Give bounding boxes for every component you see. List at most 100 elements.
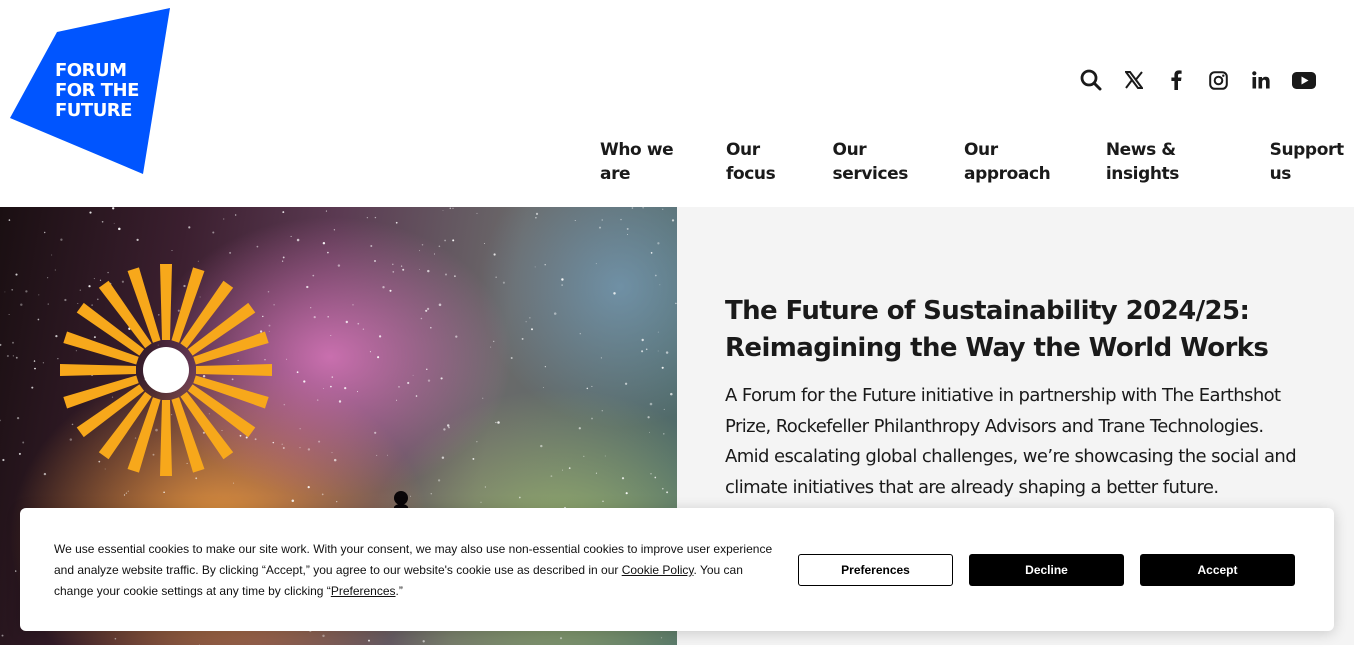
star	[441, 456, 445, 459]
star	[323, 388, 325, 390]
star	[559, 637, 563, 640]
star	[1, 634, 4, 637]
accept-button[interactable]: Accept	[1140, 554, 1295, 586]
star	[621, 477, 625, 480]
star	[480, 501, 482, 503]
star	[368, 639, 370, 642]
star	[336, 500, 338, 503]
star	[331, 376, 334, 378]
preferences-link[interactable]: Preferences	[331, 584, 396, 598]
star	[578, 427, 581, 430]
star	[490, 346, 492, 348]
star	[600, 357, 603, 359]
star	[448, 426, 450, 429]
star	[455, 335, 458, 338]
star	[392, 271, 395, 273]
nav-support-us[interactable]: Support us	[1270, 138, 1366, 186]
star	[562, 469, 563, 471]
star	[338, 400, 342, 403]
instagram-icon[interactable]	[1198, 66, 1241, 94]
nav-who-we-are[interactable]: Who we are	[600, 138, 704, 186]
star	[362, 328, 365, 330]
star	[561, 284, 563, 286]
star	[396, 399, 398, 401]
decline-button[interactable]: Decline	[969, 554, 1124, 586]
star	[321, 493, 324, 496]
star	[661, 366, 664, 369]
star	[483, 242, 485, 244]
youtube-icon[interactable]	[1283, 66, 1326, 94]
star	[510, 357, 513, 359]
star	[601, 219, 603, 221]
star	[446, 424, 450, 427]
star	[599, 226, 601, 229]
star	[369, 351, 371, 353]
star	[444, 239, 446, 242]
nav-our-focus[interactable]: Our focus	[726, 138, 811, 186]
star	[586, 387, 589, 390]
star	[595, 472, 597, 474]
star	[282, 256, 285, 259]
star	[374, 216, 377, 219]
star	[433, 253, 436, 255]
preferences-button[interactable]: Preferences	[798, 554, 953, 586]
star	[535, 212, 539, 215]
linkedin-icon[interactable]	[1240, 66, 1283, 94]
cookie-message: We use essential cookies to make our sit…	[54, 539, 784, 602]
star	[641, 350, 644, 353]
star	[670, 392, 673, 396]
star	[307, 448, 311, 451]
star	[20, 303, 23, 306]
star	[8, 219, 11, 221]
nav-news-insights[interactable]: News & insights	[1106, 138, 1248, 186]
nav-our-services[interactable]: Our services	[833, 138, 942, 186]
star	[497, 421, 500, 424]
star	[415, 395, 418, 397]
star	[392, 263, 394, 266]
star	[583, 455, 585, 458]
star	[420, 317, 423, 320]
star	[591, 385, 593, 387]
star	[38, 294, 40, 296]
star	[382, 286, 385, 289]
facebook-icon[interactable]	[1155, 66, 1198, 94]
star	[303, 380, 306, 383]
star	[642, 207, 644, 209]
star	[650, 252, 653, 254]
star	[352, 304, 354, 306]
star	[34, 367, 36, 370]
star	[54, 269, 56, 271]
star	[641, 338, 644, 342]
star	[440, 377, 443, 380]
star	[12, 341, 14, 344]
hero-title-line: The Future of Sustainability 2024/25:	[725, 296, 1250, 326]
star	[333, 229, 336, 231]
star	[322, 241, 326, 245]
star	[327, 316, 329, 318]
star	[544, 263, 546, 266]
star	[113, 222, 115, 224]
star	[15, 273, 18, 276]
star	[123, 494, 126, 496]
star	[542, 387, 544, 388]
star	[89, 211, 92, 214]
star	[534, 266, 536, 268]
nav-our-approach[interactable]: Our approach	[964, 138, 1084, 186]
star	[476, 212, 478, 214]
cookie-policy-link[interactable]: Cookie Policy	[622, 563, 694, 577]
star	[11, 288, 14, 291]
star	[330, 385, 332, 388]
x-twitter-icon[interactable]	[1113, 66, 1156, 94]
logo-line: FORUM	[55, 60, 127, 81]
star	[235, 214, 237, 216]
star	[663, 408, 665, 410]
star	[51, 254, 53, 256]
star	[8, 313, 10, 316]
search-icon[interactable]	[1070, 66, 1113, 94]
star	[492, 340, 495, 343]
forum-for-the-future-logo[interactable]: FORUM FOR THE FUTURE	[10, 8, 170, 174]
hero-title[interactable]: The Future of Sustainability 2024/25: Re…	[725, 293, 1325, 367]
star	[438, 245, 441, 248]
star	[127, 490, 129, 492]
star	[374, 431, 377, 434]
